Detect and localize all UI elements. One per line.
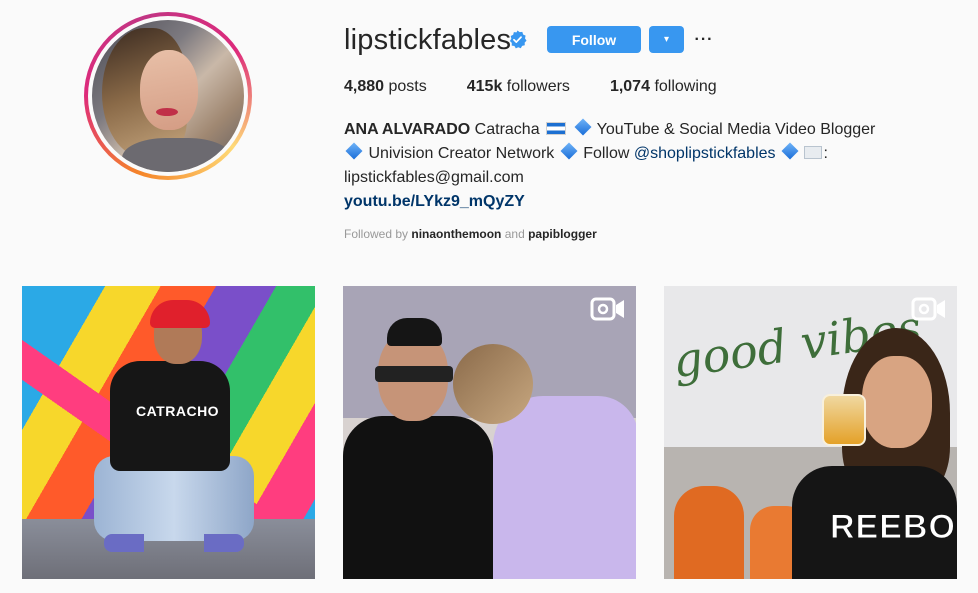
followers-label: followers: [506, 78, 570, 95]
post-thumbnail[interactable]: good vibes REEBO: [664, 286, 957, 579]
blue-diamond-icon: [781, 142, 799, 160]
stat-following[interactable]: 1,074 following: [610, 78, 717, 96]
followed-by: Followed by ninaonthemoon and papiblogge…: [344, 227, 597, 241]
video-camera-icon: [911, 297, 945, 321]
avatar-photo: [92, 20, 244, 172]
post-thumbnail[interactable]: [343, 286, 636, 579]
red-cap: [150, 300, 210, 328]
stat-posts: 4,880 posts: [344, 78, 427, 96]
post-thumbnail[interactable]: CATRACHO: [22, 286, 315, 579]
followed-by-prefix: Followed by: [344, 227, 409, 241]
blue-diamond-icon: [345, 142, 363, 160]
avatar-shoulder: [122, 138, 232, 172]
blue-diamond-icon: [574, 118, 591, 136]
bio-mention-link[interactable]: @shoplipstickfables: [634, 145, 776, 162]
avatar-inner: [88, 16, 248, 176]
woman-head: [453, 344, 533, 424]
suggested-dropdown-button[interactable]: ▾: [649, 26, 684, 53]
followers-count: 415k: [466, 78, 503, 95]
bio-univision-text: Univision Creator Network: [368, 145, 555, 162]
follow-button[interactable]: Follow: [547, 26, 641, 53]
person-shoes: [104, 534, 244, 552]
bio-blogger-text: YouTube & Social Media Video Blogger: [596, 121, 876, 138]
bio-line-2: Univision Creator Network Follow @shopli…: [344, 142, 904, 166]
video-camera-icon: [590, 297, 624, 321]
orange-chair: [674, 486, 744, 579]
bio-email: lipstickfables@gmail.com: [344, 169, 524, 186]
avatar-lips: [156, 108, 178, 116]
blindfold: [375, 366, 453, 382]
posts-label: posts: [388, 78, 427, 95]
person-shirt: CATRACHO: [110, 361, 230, 471]
envelope-icon: [804, 146, 823, 159]
bio-follow-text: Follow: [583, 145, 630, 162]
more-options-icon[interactable]: ···: [694, 26, 714, 53]
bio-catracha-text: Catracha: [474, 121, 540, 138]
bio-line-1: ANA ALVARADO Catracha YouTube & Social M…: [344, 118, 904, 142]
following-count: 1,074: [609, 78, 650, 95]
black-cap: [387, 318, 442, 346]
bio-website-link[interactable]: youtu.be/LYkz9_mQyZY: [344, 190, 904, 214]
verified-badge-icon: [509, 30, 527, 49]
following-label: following: [654, 78, 717, 95]
honduras-flag-icon: [546, 122, 567, 135]
man-shirt: [343, 416, 493, 579]
woman-sweater: REEBO: [792, 466, 957, 579]
bio-full-name: ANA ALVARADO: [344, 121, 471, 138]
profile-avatar[interactable]: [84, 12, 252, 180]
followed-by-user-1[interactable]: ninaonthemoon: [411, 227, 501, 241]
followed-by-joiner: and: [504, 227, 525, 241]
woman-shirt: [493, 396, 636, 579]
sweater-text: REEBO: [830, 508, 956, 547]
profile-username: lipstickfables: [344, 24, 512, 56]
drink-glass: [822, 394, 866, 446]
woman-face: [862, 356, 932, 448]
profile-bio: ANA ALVARADO Catracha YouTube & Social M…: [344, 118, 904, 214]
posts-count: 4,880: [344, 78, 385, 95]
chevron-down-icon: ▾: [663, 34, 670, 45]
stat-followers[interactable]: 415k followers: [467, 78, 570, 96]
followed-by-user-2[interactable]: papiblogger: [528, 227, 597, 241]
profile-stats: 4,880 posts 415k followers 1,074 followi…: [344, 78, 757, 96]
bio-colon: :: [823, 145, 828, 162]
blue-diamond-icon: [560, 142, 578, 160]
avatar-face: [140, 50, 198, 130]
shirt-text: CATRACHO: [136, 403, 220, 419]
